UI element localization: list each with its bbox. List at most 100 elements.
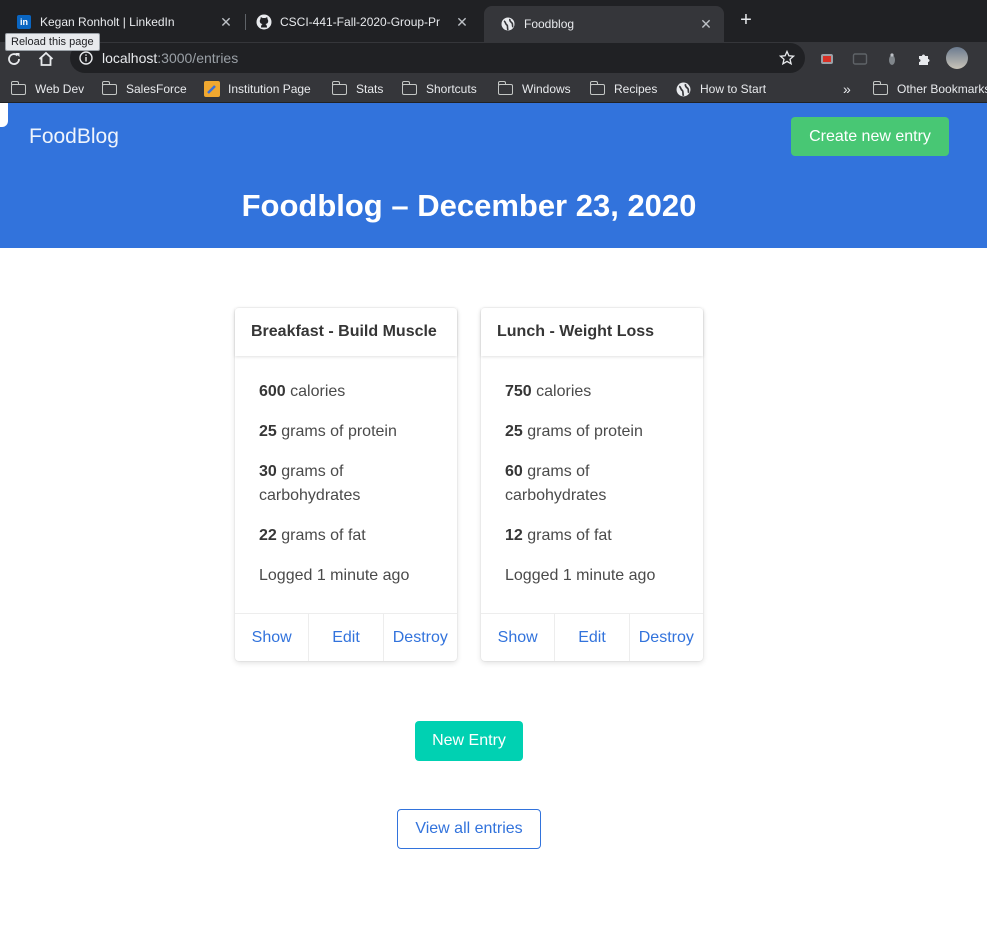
edit-link[interactable]: Edit xyxy=(555,614,630,661)
protein-line: 25 grams of protein xyxy=(259,420,433,444)
carbs-line: 30 grams of carbohydrates xyxy=(259,460,433,508)
folder-icon xyxy=(332,80,348,96)
fat-value: 12 xyxy=(505,527,523,544)
entry-card: Breakfast - Build Muscle 600 calories 25… xyxy=(235,308,457,661)
entry-card-content: 600 calories 25 grams of protein 30 gram… xyxy=(235,356,457,588)
entry-card-title: Lunch - Weight Loss xyxy=(481,308,703,356)
info-icon[interactable] xyxy=(78,50,94,66)
close-icon[interactable]: ✕ xyxy=(698,16,714,33)
profile-avatar[interactable] xyxy=(946,47,968,69)
bookmark-salesforce[interactable]: SalesForce xyxy=(102,76,187,102)
protein-value: 25 xyxy=(259,423,277,440)
show-link[interactable]: Show xyxy=(235,614,310,661)
fat-line: 12 grams of fat xyxy=(505,524,679,548)
folder-icon xyxy=(498,80,514,96)
bookmark-label: Stats xyxy=(356,82,384,96)
fat-label: grams of fat xyxy=(281,527,366,544)
folder-icon xyxy=(402,80,418,96)
calories-label: calories xyxy=(290,383,346,400)
hero-banner: FoodBlog Create new entry Foodblog – Dec… xyxy=(0,103,987,248)
close-icon[interactable]: ✕ xyxy=(218,14,234,31)
view-all-entries-button[interactable]: View all entries xyxy=(397,809,541,849)
new-entry-button[interactable]: New Entry xyxy=(415,721,523,761)
puzzle-icon[interactable] xyxy=(916,51,932,67)
edit-link[interactable]: Edit xyxy=(309,614,384,661)
calories-line: 750 calories xyxy=(505,380,679,404)
reload-tooltip: Reload this page xyxy=(5,33,100,51)
fat-line: 22 grams of fat xyxy=(259,524,433,548)
pencil-icon xyxy=(204,81,220,97)
show-link[interactable]: Show xyxy=(481,614,556,661)
bookmark-how-to-start[interactable]: How to Start xyxy=(676,76,766,102)
page-title: Foodblog – December 23, 2020 xyxy=(241,188,697,223)
destroy-link[interactable]: Destroy xyxy=(384,614,457,661)
carbs-line: 60 grams of carbohydrates xyxy=(505,460,679,508)
bookmark-label: Recipes xyxy=(614,82,658,96)
extension-icon[interactable] xyxy=(884,51,900,67)
bookmark-recipes[interactable]: Recipes xyxy=(590,76,657,102)
entry-card-footer: Show Edit Destroy xyxy=(481,613,703,661)
carbs-value: 60 xyxy=(505,463,523,480)
url-path: :3000/entries xyxy=(157,50,239,66)
protein-value: 25 xyxy=(505,423,523,440)
folder-icon xyxy=(11,80,27,96)
star-icon[interactable] xyxy=(775,50,799,66)
globe-icon xyxy=(676,82,692,96)
bookmark-windows[interactable]: Windows xyxy=(498,76,571,102)
new-tab-icon[interactable]: + xyxy=(736,10,756,30)
bookmark-label: Other Bookmarks xyxy=(897,82,987,96)
calories-value: 600 xyxy=(259,383,286,400)
bookmark-label: Web Dev xyxy=(35,82,85,96)
extension-icon[interactable] xyxy=(819,51,835,67)
bookmark-label: SalesForce xyxy=(126,82,187,96)
bookmark-label: Shortcuts xyxy=(426,82,477,96)
url-host: localhost xyxy=(102,50,158,66)
logged-time: Logged 1 minute ago xyxy=(259,567,410,584)
address-bar[interactable]: localhost:3000/entries xyxy=(70,43,805,73)
calories-value: 750 xyxy=(505,383,532,400)
fat-label: grams of fat xyxy=(527,527,612,544)
bookmark-web-dev[interactable]: Web Dev xyxy=(11,76,84,102)
globe-icon xyxy=(500,16,516,32)
protein-line: 25 grams of protein xyxy=(505,420,679,444)
bookmark-other-bookmarks[interactable]: Other Bookmarks xyxy=(873,76,987,102)
protein-label: grams of protein xyxy=(527,423,643,440)
calories-label: calories xyxy=(536,383,592,400)
extension-icon[interactable] xyxy=(852,51,868,67)
browser-tabstrip: in Kegan Ronholt | LinkedIn ✕ CSCI-441-F… xyxy=(0,0,987,42)
bookmark-institution-page[interactable]: Institution Page xyxy=(204,76,311,102)
linkedin-icon: in xyxy=(16,14,32,30)
entry-card-footer: Show Edit Destroy xyxy=(235,613,457,661)
logged-time: Logged 1 minute ago xyxy=(505,567,656,584)
folder-icon xyxy=(102,80,118,96)
protein-label: grams of protein xyxy=(281,423,397,440)
url-text[interactable]: localhost:3000/entries xyxy=(102,50,775,66)
bookmark-label: Institution Page xyxy=(228,82,311,96)
github-icon xyxy=(256,14,272,30)
bookmark-label: How to Start xyxy=(700,82,767,96)
bookmarks-bar: Web Dev SalesForce Institution Page Stat… xyxy=(0,76,987,103)
fat-value: 22 xyxy=(259,527,277,544)
folder-icon xyxy=(590,80,606,96)
bookmark-stats[interactable]: Stats xyxy=(332,76,383,102)
tab-foodblog[interactable]: Foodblog ✕ xyxy=(484,6,724,42)
tab-title: Foodblog xyxy=(524,17,575,31)
destroy-link[interactable]: Destroy xyxy=(630,614,703,661)
close-icon[interactable]: ✕ xyxy=(454,14,470,31)
entry-card-content: 750 calories 25 grams of protein 60 gram… xyxy=(481,356,703,588)
bookmark-shortcuts[interactable]: Shortcuts xyxy=(402,76,477,102)
tab-title: Kegan Ronholt | LinkedIn xyxy=(40,15,175,29)
browser-toolbar: localhost:3000/entries xyxy=(0,42,987,76)
page-viewport: FoodBlog Create new entry Foodblog – Dec… xyxy=(0,103,987,927)
page-corner-marker xyxy=(0,103,8,127)
folder-icon xyxy=(873,80,889,96)
entry-card-title: Breakfast - Build Muscle xyxy=(235,308,457,356)
carbs-value: 30 xyxy=(259,463,277,480)
bookmark-label: Windows xyxy=(522,82,571,96)
calories-line: 600 calories xyxy=(259,380,433,404)
entry-card: Lunch - Weight Loss 750 calories 25 gram… xyxy=(481,308,703,661)
navbar-brand[interactable]: FoodBlog xyxy=(29,125,119,149)
tab-github[interactable]: CSCI-441-Fall-2020-Group-Pr ✕ xyxy=(240,6,480,38)
bookmarks-overflow-icon[interactable]: » xyxy=(843,76,851,102)
create-new-entry-button[interactable]: Create new entry xyxy=(791,117,949,156)
